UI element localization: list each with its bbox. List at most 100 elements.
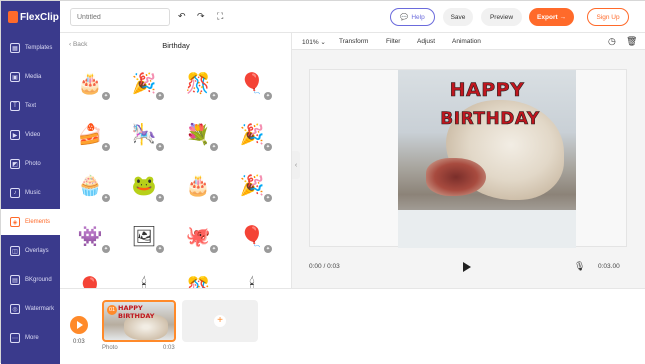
current-time: 0:00 / 0:03 [309,263,340,270]
animated-badge-icon: ✦ [156,92,164,100]
clock-icon[interactable]: ◷ [608,36,616,47]
add-clip-button[interactable]: + [182,300,258,342]
sidebar-item-music[interactable]: ♪ Music [1,180,60,206]
sidebar: FlexClip ▦ Templates ▣ Media T Text ▶ Video ◩ Pho… [1,1,60,364]
sidebar-item-label: Watermark [25,306,55,312]
brand-name: FlexClip [20,11,59,23]
element-graphic: 🎉 [131,72,157,95]
filter-button[interactable]: Filter [386,38,400,45]
sidebar-item-photo[interactable]: ◩ Photo [1,151,60,177]
undo-icon[interactable]: ↶ [178,11,186,22]
birthday-element[interactable]: 🎂 ✦ [74,67,110,100]
animated-badge-icon: ✦ [210,194,218,202]
birthday-element[interactable]: 💐 ✦ [182,118,218,151]
text-icon: T [10,101,20,111]
sidebar-item-label: Media [25,74,42,80]
elements-icon: ◈ [10,217,20,227]
birthday-element[interactable]: 🎉 ✦ [236,169,272,202]
birthday-element[interactable]: 🎈 ✦ [236,220,272,253]
element-graphic: 🎉 [239,123,265,146]
element-graphic: 🧁 [77,174,103,197]
fullscreen-icon[interactable]: ⛶ [217,11,223,22]
birthday-element[interactable]: 🎠 ✦ [128,118,164,151]
preview-button[interactable]: Preview [481,8,522,26]
sidebar-item-text[interactable]: T Text [1,93,60,119]
microphone-icon[interactable]: 🎙 [574,261,585,272]
sidebar-item-templates[interactable]: ▦ Templates [1,35,60,61]
animated-badge-icon: ✦ [102,245,110,253]
trash-icon[interactable]: 🗑 [626,36,637,47]
video-canvas[interactable]: HAPPY BIRTHDAY [309,69,627,248]
element-graphic: 👾 [77,225,103,248]
timeline-time: 0:03 [73,339,85,345]
birthday-element[interactable]: 🍰 ✦ [74,118,110,151]
horse-photo[interactable]: HAPPY BIRTHDAY [398,70,576,248]
birthday-element[interactable]: 🧁 ✦ [74,169,110,202]
clip-type-label: Photo [102,345,118,351]
project-title-input[interactable] [70,8,170,26]
birthday-element[interactable]: 🎊 ✦ [182,67,218,100]
overlays-icon: ◫ [10,246,20,256]
animated-badge-icon: ✦ [264,194,272,202]
sidebar-item-overlays[interactable]: ◫ Overlays [1,238,60,264]
adjust-button[interactable]: Adjust [417,38,435,45]
birthday-element[interactable]: 🎈 ✦ [236,67,272,100]
sidebar-item-label: Video [25,132,41,138]
birthday-element[interactable]: 🖼 ✦ [128,220,164,253]
animation-button[interactable]: Animation [452,38,481,45]
birthday-element[interactable]: 🐸 ✦ [128,169,164,202]
animated-badge-icon: ✦ [210,245,218,253]
zoom-select[interactable]: 101% ⌄ [302,38,326,46]
element-graphic: 🎈 [239,225,265,248]
element-graphic: 🎂 [185,174,211,197]
animated-badge-icon: ✦ [210,143,218,151]
birthday-element[interactable]: 🐙 ✦ [182,220,218,253]
animated-badge-icon: ✦ [156,194,164,202]
background-icon: ▤ [10,275,20,285]
birthday-element[interactable]: 🎂 ✦ [182,169,218,202]
sidebar-item-label: Elements [25,219,51,225]
element-graphic: 🐸 [131,174,157,197]
export-button[interactable]: Export → [529,8,574,26]
sidebar-item-media[interactable]: ▣ Media [1,64,60,90]
element-graphic: 🎉 [239,174,265,197]
sidebar-item-watermark[interactable]: ◎ Watermark [1,296,60,322]
sidebar-item-label: Photo [25,161,41,167]
animated-badge-icon: ✦ [102,194,110,202]
element-graphic: 🎠 [131,123,157,146]
element-graphic: 🎈 [239,72,265,95]
sidebar-item-elements[interactable]: ◈ Elements [1,209,60,235]
sidebar-item-video[interactable]: ▶ Video [1,122,60,148]
collapse-panel-handle[interactable]: ‹ [292,151,300,179]
redo-icon[interactable]: ↷ [197,11,205,22]
help-button[interactable]: 💬 Help [390,8,435,26]
birthday-element[interactable]: 👾 ✦ [74,220,110,253]
snow-ground [398,210,576,248]
animated-badge-icon: ✦ [102,92,110,100]
play-icon[interactable] [463,262,471,272]
panel-header: ‹ Back Birthday [60,41,292,53]
sidebar-item-more[interactable]: ⋯ More [1,325,60,351]
horse-mouth-shape [426,158,486,196]
plus-icon: + [214,315,226,327]
birthday-element[interactable]: 🎉 ✦ [128,67,164,100]
video-icon: ▶ [10,130,20,140]
animated-badge-icon: ✦ [156,245,164,253]
animated-badge-icon: ✦ [210,92,218,100]
total-time: 0:03.00 [598,263,620,270]
transform-button[interactable]: Transform [339,38,368,45]
timeline-play-button[interactable] [70,316,88,334]
edit-toolbar: 101% ⌄ Transform Filter Adjust Animation… [292,33,645,50]
logo[interactable]: FlexClip [1,1,60,33]
sidebar-item-bkground[interactable]: ▤ BKground [1,267,60,293]
element-graphic: 🖼 [131,225,157,248]
playback-bar: 0:00 / 0:03 🎙 0:03.00 [292,257,645,277]
birthday-title-text[interactable]: HAPPY BIRTHDAY [398,78,576,130]
birthday-element[interactable]: 🎉 ✦ [236,118,272,151]
element-graphic: 🐙 [185,225,211,248]
sign-up-button[interactable]: Sign Up [587,8,629,26]
animated-badge-icon: ✦ [264,92,272,100]
title-word-1: HAPPY [449,79,525,102]
timeline-clip[interactable]: 01 HAPPY BIRTHDAY [102,300,176,342]
save-button[interactable]: Save [443,8,473,26]
